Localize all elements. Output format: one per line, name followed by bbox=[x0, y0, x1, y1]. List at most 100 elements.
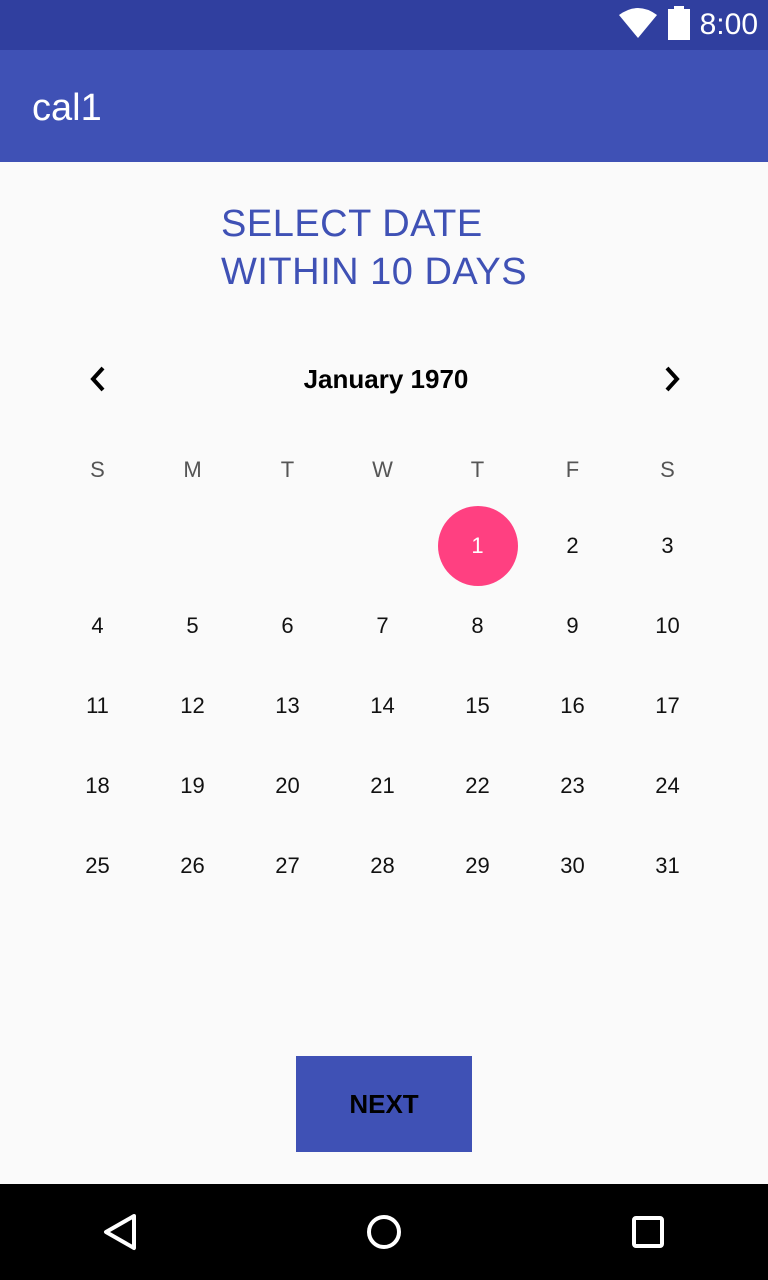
calendar-header: January 1970 bbox=[0, 350, 768, 408]
day-number: 12 bbox=[180, 693, 205, 718]
weekday-label: S bbox=[90, 457, 105, 482]
day-number: 20 bbox=[275, 773, 300, 798]
day-number: 31 bbox=[655, 853, 680, 878]
chevron-right-icon bbox=[665, 366, 680, 392]
day-cell[interactable]: 17 bbox=[620, 666, 715, 746]
weekday-row: S M T W T F S bbox=[50, 450, 715, 490]
recents-icon bbox=[632, 1216, 664, 1248]
status-time: 8:00 bbox=[699, 8, 758, 41]
back-icon bbox=[104, 1214, 136, 1250]
day-number: 1 bbox=[471, 533, 484, 558]
day-number: 29 bbox=[465, 853, 490, 878]
day-cell[interactable]: 27 bbox=[240, 826, 335, 906]
day-number: 18 bbox=[85, 773, 110, 798]
day-cell[interactable]: 16 bbox=[525, 666, 620, 746]
day-cell[interactable]: 6 bbox=[240, 586, 335, 666]
weekday-label: M bbox=[183, 457, 202, 482]
next-month-button[interactable] bbox=[643, 350, 701, 408]
day-number: 13 bbox=[275, 693, 300, 718]
day-cell[interactable]: 3 bbox=[620, 506, 715, 586]
home-button[interactable] bbox=[336, 1184, 432, 1280]
day-number: 6 bbox=[281, 613, 294, 638]
empty-day-cell bbox=[240, 506, 335, 586]
status-bar: 8:00 bbox=[0, 0, 768, 50]
weekday-label: S bbox=[660, 457, 675, 482]
day-cell[interactable]: 26 bbox=[145, 826, 240, 906]
day-cell[interactable]: 7 bbox=[335, 586, 430, 666]
recents-button[interactable] bbox=[600, 1184, 696, 1280]
day-number: 22 bbox=[465, 773, 490, 798]
app-title: cal1 bbox=[32, 87, 102, 129]
day-cell[interactable]: 30 bbox=[525, 826, 620, 906]
day-number: 19 bbox=[180, 773, 205, 798]
weekday-label: W bbox=[372, 457, 393, 482]
empty-day-cell bbox=[50, 506, 145, 586]
day-cell[interactable]: 8 bbox=[430, 586, 525, 666]
day-number: 28 bbox=[370, 853, 395, 878]
day-number: 10 bbox=[655, 613, 680, 638]
heading-line-1: SELECT DATE bbox=[221, 203, 483, 245]
day-cell[interactable]: 23 bbox=[525, 746, 620, 826]
back-button[interactable] bbox=[72, 1184, 168, 1280]
week-row: 18 19 20 21 22 23 24 bbox=[50, 746, 715, 826]
day-cell[interactable]: 12 bbox=[145, 666, 240, 746]
day-number: 5 bbox=[186, 613, 199, 638]
day-number: 30 bbox=[560, 853, 585, 878]
day-number: 11 bbox=[86, 693, 109, 718]
day-number: 24 bbox=[655, 773, 680, 798]
day-number: 23 bbox=[560, 773, 585, 798]
chevron-left-icon bbox=[90, 366, 105, 392]
day-cell[interactable]: 13 bbox=[240, 666, 335, 746]
day-cell-selected[interactable]: 1 bbox=[430, 506, 525, 586]
battery-icon bbox=[667, 5, 690, 45]
day-cell[interactable]: 14 bbox=[335, 666, 430, 746]
next-button[interactable]: NEXT bbox=[296, 1056, 472, 1152]
day-cell[interactable]: 24 bbox=[620, 746, 715, 826]
day-cell[interactable]: 2 bbox=[525, 506, 620, 586]
day-number: 15 bbox=[465, 693, 490, 718]
day-cell[interactable]: 19 bbox=[145, 746, 240, 826]
system-nav-bar bbox=[0, 1184, 768, 1280]
day-number: 17 bbox=[655, 693, 680, 718]
day-cell[interactable]: 11 bbox=[50, 666, 145, 746]
day-number: 25 bbox=[85, 853, 110, 878]
week-row: 11 12 13 14 15 16 17 bbox=[50, 666, 715, 746]
day-cell[interactable]: 31 bbox=[620, 826, 715, 906]
day-number: 8 bbox=[471, 613, 484, 638]
weekday-label: T bbox=[470, 457, 485, 482]
day-cell[interactable]: 5 bbox=[145, 586, 240, 666]
wifi-icon bbox=[618, 7, 658, 44]
day-cell[interactable]: 20 bbox=[240, 746, 335, 826]
day-cell[interactable]: 21 bbox=[335, 746, 430, 826]
day-number: 2 bbox=[566, 533, 579, 558]
instruction-heading: SELECT DATE WITHIN 10 DAYS bbox=[221, 200, 527, 296]
day-cell[interactable]: 28 bbox=[335, 826, 430, 906]
day-cell[interactable]: 18 bbox=[50, 746, 145, 826]
day-number: 21 bbox=[370, 773, 395, 798]
week-row: 25 26 27 28 29 30 31 bbox=[50, 826, 715, 906]
home-icon bbox=[367, 1215, 401, 1249]
empty-day-cell bbox=[335, 506, 430, 586]
day-number: 26 bbox=[180, 853, 205, 878]
day-cell[interactable]: 22 bbox=[430, 746, 525, 826]
week-row: 4 5 6 7 8 9 10 bbox=[50, 586, 715, 666]
day-number: 3 bbox=[661, 533, 674, 558]
screen: 8:00 cal1 SELECT DATE WITHIN 10 DAYS Jan… bbox=[0, 0, 768, 1280]
day-cell[interactable]: 9 bbox=[525, 586, 620, 666]
weekday-label: F bbox=[565, 457, 580, 482]
day-number: 14 bbox=[370, 693, 395, 718]
week-row: 1 2 3 bbox=[50, 506, 715, 586]
app-bar: cal1 bbox=[0, 50, 768, 162]
status-icons: 8:00 bbox=[618, 0, 758, 50]
empty-day-cell bbox=[145, 506, 240, 586]
day-number: 16 bbox=[560, 693, 585, 718]
previous-month-button[interactable] bbox=[69, 350, 127, 408]
day-cell[interactable]: 15 bbox=[430, 666, 525, 746]
day-cell[interactable]: 10 bbox=[620, 586, 715, 666]
day-number: 4 bbox=[91, 613, 104, 638]
day-number: 7 bbox=[376, 613, 389, 638]
day-cell[interactable]: 29 bbox=[430, 826, 525, 906]
heading-line-2: WITHIN 10 DAYS bbox=[221, 251, 528, 293]
day-cell[interactable]: 4 bbox=[50, 586, 145, 666]
day-cell[interactable]: 25 bbox=[50, 826, 145, 906]
